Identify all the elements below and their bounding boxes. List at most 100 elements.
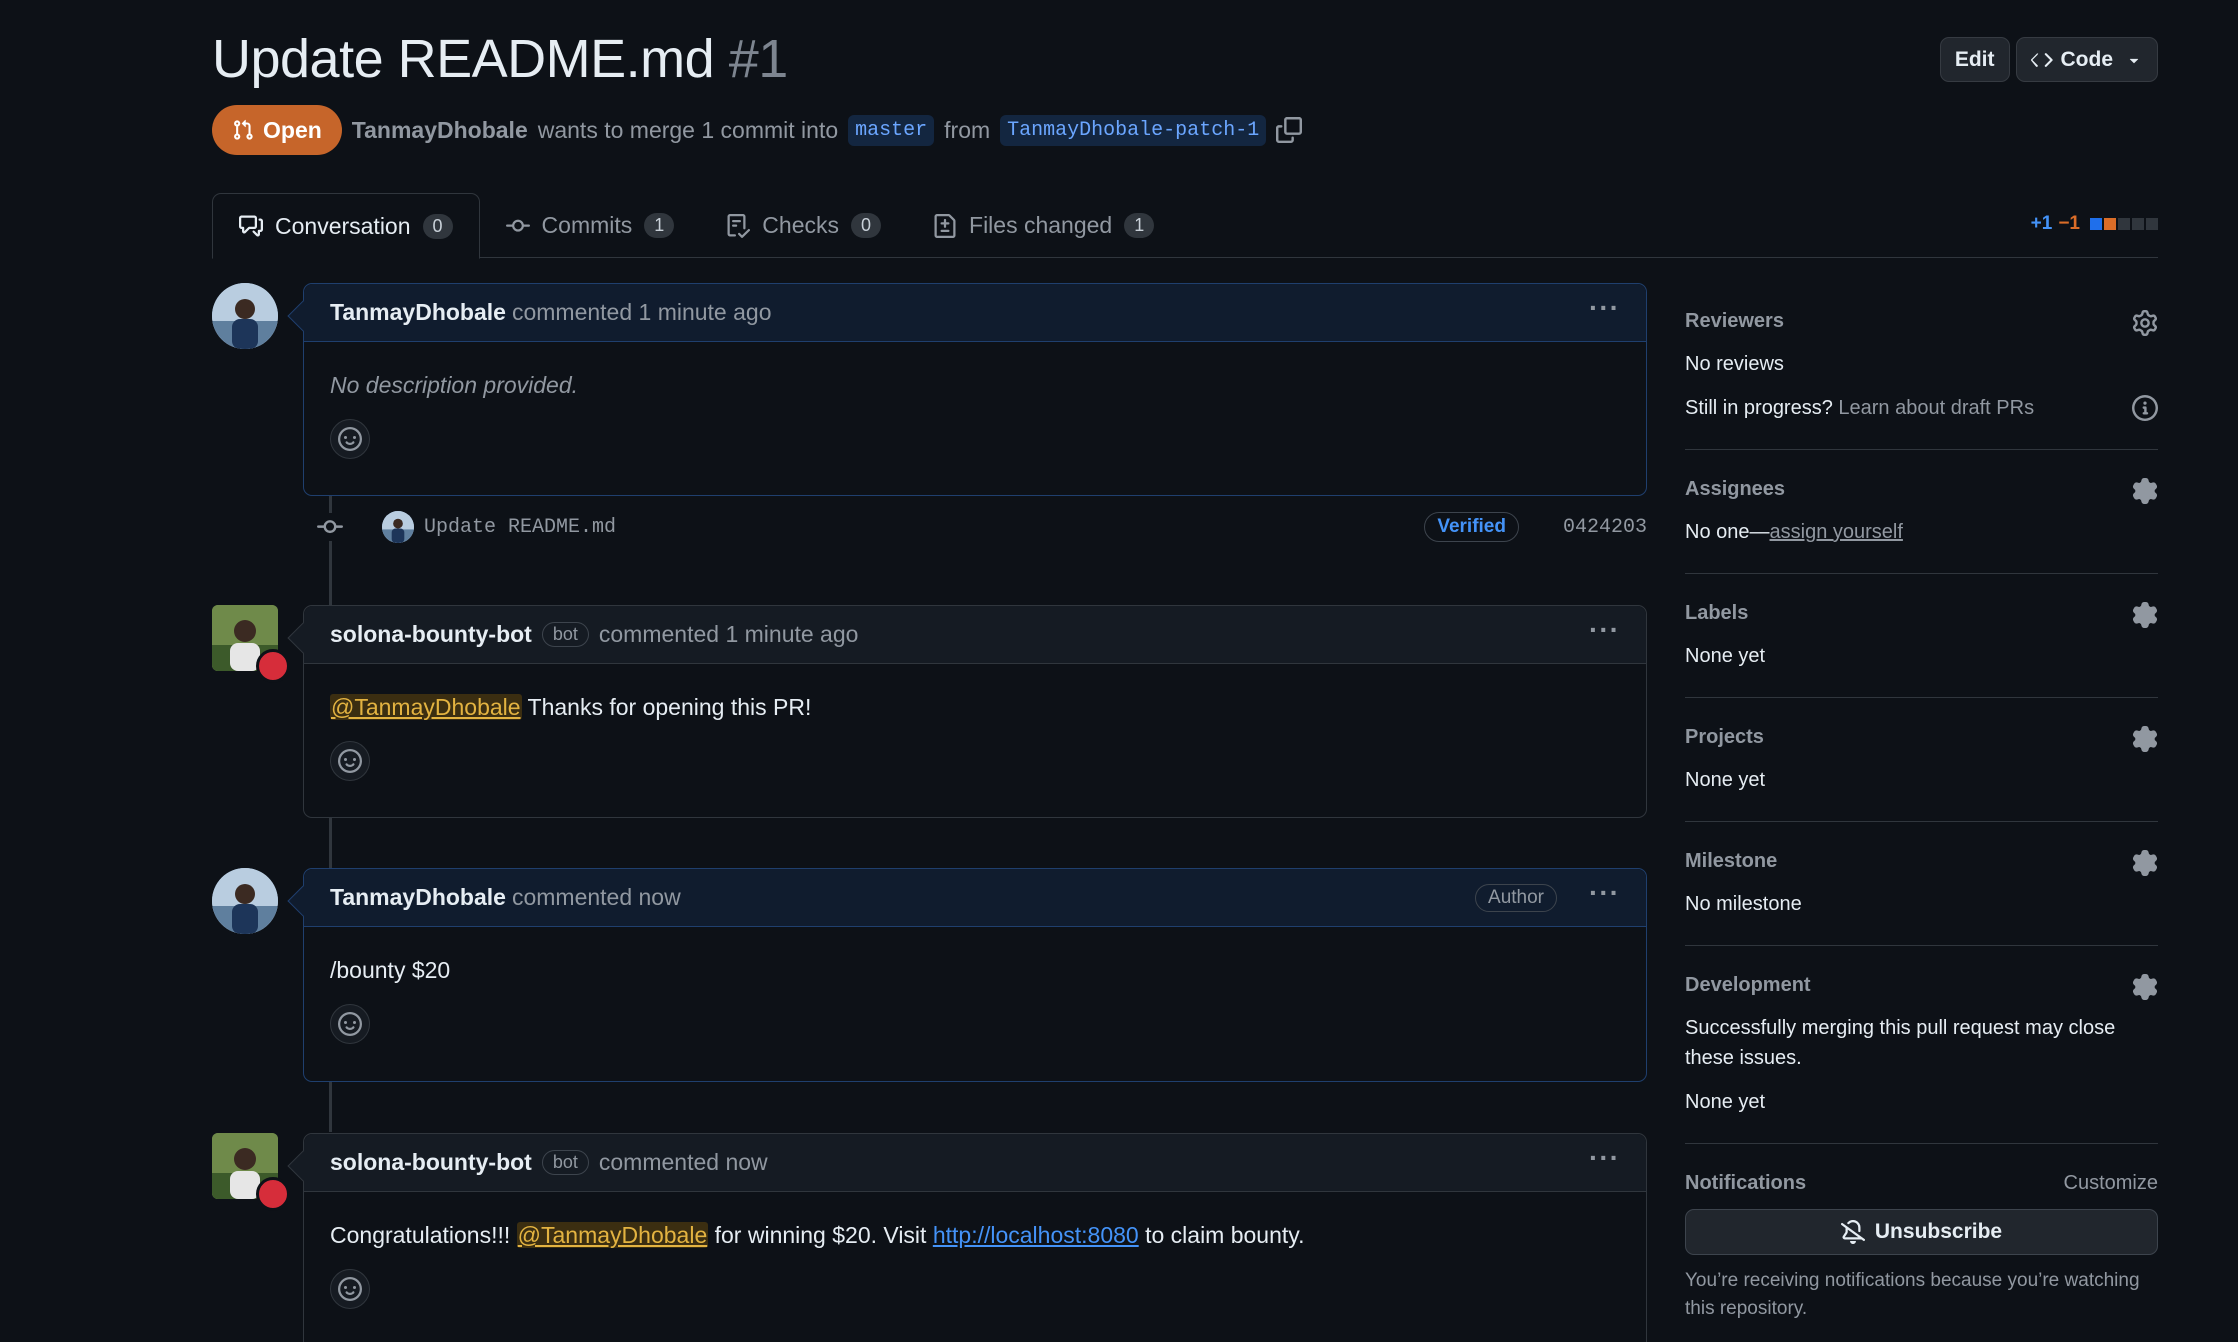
comment-header: TanmayDhobale commented now Author ··· xyxy=(304,869,1646,927)
comment-card: TanmayDhobale commented 1 minute ago ···… xyxy=(287,283,1647,496)
avatar[interactable] xyxy=(212,283,278,349)
comment-author[interactable]: solona-bounty-bot xyxy=(330,621,532,648)
avatar[interactable] xyxy=(212,868,278,934)
diffstat[interactable]: +1 −1 xyxy=(2031,213,2158,235)
commit-event: Update README.md Verified 0424203 xyxy=(316,505,1647,549)
sidebar-heading[interactable]: Assignees xyxy=(1685,478,2158,501)
tab-count: 1 xyxy=(644,213,675,238)
git-pull-request-icon xyxy=(234,119,253,140)
comment-discussion-icon xyxy=(239,215,263,237)
pr-author-link[interactable]: TanmayDhobale xyxy=(352,117,528,144)
tab-count: 0 xyxy=(851,213,882,238)
gear-icon[interactable] xyxy=(2132,310,2158,336)
add-reaction-button[interactable] xyxy=(330,419,370,459)
comment-timestamp[interactable]: commented 1 minute ago xyxy=(599,621,859,648)
avatar[interactable] xyxy=(212,605,290,683)
kebab-menu-icon[interactable]: ··· xyxy=(1589,878,1620,907)
add-reaction-button[interactable] xyxy=(330,1269,370,1309)
sidebar-milestone: Milestone No milestone xyxy=(1685,822,2158,946)
comment-timestamp[interactable]: commented 1 minute ago xyxy=(512,299,772,326)
comment-text: to claim bounty. xyxy=(1145,1222,1305,1248)
smiley-icon xyxy=(338,749,362,773)
gear-icon[interactable] xyxy=(2132,850,2158,876)
sidebar-heading[interactable]: Development xyxy=(1685,974,2158,997)
comment-card: solona-bounty-bot bot commented now ··· … xyxy=(287,1133,1647,1342)
comment-header: solona-bounty-bot bot commented 1 minute… xyxy=(304,606,1646,664)
info-icon[interactable] xyxy=(2132,395,2158,421)
sidebar-notifications: Notifications Customize Unsubscribe You’… xyxy=(1685,1144,2158,1342)
verified-badge[interactable]: Verified xyxy=(1424,512,1519,542)
commit-author-avatar[interactable] xyxy=(382,511,414,543)
code-button-label: Code xyxy=(2060,47,2114,71)
assign-yourself-link[interactable]: assign yourself xyxy=(1770,521,1903,543)
sidebar-heading[interactable]: Labels xyxy=(1685,602,2158,625)
sidebar-projects: Projects None yet xyxy=(1685,698,2158,822)
comment-text: /bounty $20 xyxy=(330,957,451,983)
pr-title-text: Update README.md xyxy=(212,29,715,89)
edit-button[interactable]: Edit xyxy=(1939,37,2010,82)
chevron-down-icon xyxy=(2129,58,2139,63)
unsubscribe-label: Unsubscribe xyxy=(1874,1220,2003,1243)
labels-value: None yet xyxy=(1685,645,1766,667)
bot-badge: bot xyxy=(541,1150,589,1175)
copy-icon[interactable] xyxy=(1276,117,1303,143)
app-badge-icon xyxy=(256,649,290,683)
comment-text: Congratulations!!! xyxy=(330,1222,511,1248)
commit-message[interactable]: Update README.md xyxy=(424,516,616,539)
add-reaction-button[interactable] xyxy=(330,1004,370,1044)
tab-commits[interactable]: Commits 1 xyxy=(480,193,701,258)
comment-timestamp[interactable]: commented now xyxy=(599,1149,768,1176)
projects-value: None yet xyxy=(1685,769,1766,791)
gear-icon[interactable] xyxy=(2132,602,2158,628)
draft-pr-hint: Still in progress? Learn about draft PRs xyxy=(1685,393,2158,423)
comment-timestamp[interactable]: commented now xyxy=(512,884,681,911)
draft-pr-link[interactable]: Learn about draft PRs xyxy=(1838,397,2034,419)
reviewers-value: No reviews xyxy=(1685,353,1784,375)
comment-header: TanmayDhobale commented 1 minute ago ··· xyxy=(304,284,1646,342)
sidebar-heading[interactable]: Projects xyxy=(1685,726,2158,749)
avatar[interactable] xyxy=(212,1133,290,1211)
sidebar-development: Development Successfully merging this pu… xyxy=(1685,946,2158,1144)
user-mention[interactable]: @TanmayDhobale xyxy=(516,1222,709,1248)
sidebar-heading[interactable]: Reviewers xyxy=(1685,310,2158,333)
user-mention[interactable]: @TanmayDhobale xyxy=(330,694,522,720)
tab-checks[interactable]: Checks 0 xyxy=(700,193,907,258)
timeline-line xyxy=(329,818,332,868)
add-reaction-button[interactable] xyxy=(330,741,370,781)
unsubscribe-button[interactable]: Unsubscribe xyxy=(1685,1209,2158,1255)
diffstat-block-add xyxy=(2090,218,2102,230)
gear-icon[interactable] xyxy=(2132,974,2158,1000)
pr-number: #1 xyxy=(728,29,789,89)
diffstat-blocks xyxy=(2090,218,2158,230)
tab-files-changed[interactable]: Files changed 1 xyxy=(907,193,1180,258)
bounty-link[interactable]: http://localhost:8080 xyxy=(933,1222,1139,1248)
header-actions: Edit Code xyxy=(1939,37,2158,82)
assignees-value: No one— xyxy=(1685,521,1770,543)
gear-icon[interactable] xyxy=(2132,478,2158,504)
base-branch[interactable]: master xyxy=(848,114,935,146)
head-branch[interactable]: TanmayDhobale-patch-1 xyxy=(1000,114,1267,146)
git-commit-icon xyxy=(316,513,344,541)
tab-conversation[interactable]: Conversation 0 xyxy=(212,193,480,259)
commit-sha[interactable]: 0424203 xyxy=(1563,516,1647,539)
comment-text: for winning $20. Visit xyxy=(714,1222,927,1248)
comment-author[interactable]: TanmayDhobale xyxy=(330,884,506,911)
author-badge: Author xyxy=(1475,883,1558,912)
comment-text: No description provided. xyxy=(330,372,579,398)
comment-author[interactable]: TanmayDhobale xyxy=(330,299,506,326)
merge-text: wants to merge 1 commit into xyxy=(537,116,839,143)
diffstat-block-neutral xyxy=(2146,218,2158,230)
gear-icon[interactable] xyxy=(2132,726,2158,752)
comment-author[interactable]: solona-bounty-bot xyxy=(330,1149,532,1176)
comment-body: /bounty $20 xyxy=(304,927,1646,1062)
kebab-menu-icon[interactable]: ··· xyxy=(1589,615,1620,644)
code-button[interactable]: Code xyxy=(2015,37,2158,82)
kebab-menu-icon[interactable]: ··· xyxy=(1589,1143,1620,1172)
sidebar-heading: Notifications xyxy=(1685,1172,1807,1194)
timeline-line xyxy=(329,1082,332,1132)
avatar-image xyxy=(212,283,278,349)
customize-link[interactable]: Customize xyxy=(2064,1172,2158,1195)
sidebar-heading[interactable]: Milestone xyxy=(1685,850,2158,873)
kebab-menu-icon[interactable]: ··· xyxy=(1589,293,1620,322)
status-label: Open xyxy=(263,116,322,143)
